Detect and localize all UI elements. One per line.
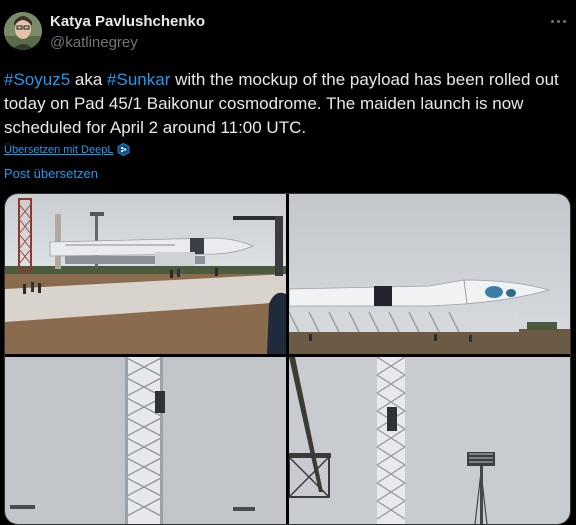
photo-rocket-rollout[interactable] xyxy=(5,194,286,354)
tweet-text-part: aka xyxy=(70,70,108,89)
avatar[interactable] xyxy=(4,12,42,50)
deepl-label: Übersetzen mit DeepL xyxy=(4,143,114,156)
tweet-text: #Soyuz5 aka #Sunkar with the mockup of t… xyxy=(4,68,570,140)
hashtag-soyuz5[interactable]: #Soyuz5 xyxy=(4,70,70,89)
translate-post-link[interactable]: Post übersetzen xyxy=(4,166,98,181)
media-grid xyxy=(4,193,571,525)
tweet: Katya Pavlushchenko @katlinegrey #Soyuz5… xyxy=(0,0,576,525)
more-icon[interactable] xyxy=(548,12,568,30)
hashtag-sunkar[interactable]: #Sunkar xyxy=(107,70,170,89)
deepl-translate-link[interactable]: Übersetzen mit DeepL xyxy=(4,143,130,156)
deepl-icon xyxy=(118,143,130,156)
author-handle[interactable]: @katlinegrey xyxy=(50,34,138,51)
photo-crane-tower[interactable] xyxy=(289,357,570,524)
photo-launch-tower[interactable] xyxy=(5,357,286,524)
avatar-icon xyxy=(4,12,42,50)
author-name[interactable]: Katya Pavlushchenko xyxy=(50,13,205,30)
photo-rocket-nose[interactable] xyxy=(289,194,570,354)
